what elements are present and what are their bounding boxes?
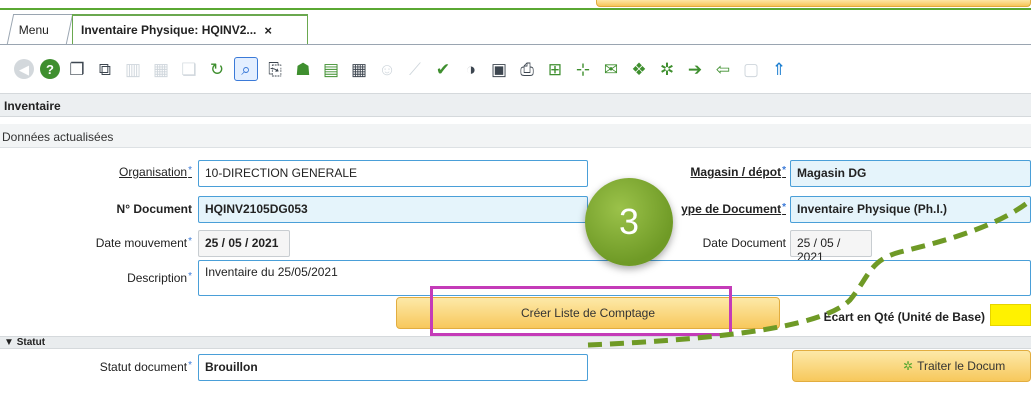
copy-details-icon[interactable]: ⧉ [94, 58, 116, 80]
magasin-label[interactable]: Magasin / dépot* [660, 165, 786, 179]
upload-icon[interactable]: ⇑ [768, 58, 790, 80]
archive-icon[interactable]: ➔ [684, 58, 706, 80]
tab-inventaire-label: Inventaire Physique: HQINV2... [81, 23, 257, 37]
section-inventaire[interactable]: Inventaire [0, 93, 1031, 117]
workflow-icon[interactable]: ✲ [656, 58, 678, 80]
chart-icon[interactable]: ◑ [460, 58, 482, 80]
print-icon[interactable]: ⎙ [516, 58, 538, 80]
email-icon[interactable]: ✉ [600, 58, 622, 80]
back-icon[interactable]: ◀ [14, 59, 34, 79]
grid-icon[interactable]: ▦ [348, 58, 370, 80]
section-statut[interactable]: ▼ Statut [0, 336, 1031, 349]
user-icon[interactable]: ☺ [376, 58, 398, 80]
description-label: Description* [127, 271, 192, 285]
tree-icon[interactable]: ⊹ [572, 58, 594, 80]
type-document-field[interactable]: Inventaire Physique (Ph.I.) [790, 196, 1031, 223]
top-action-button[interactable] [596, 0, 1031, 7]
creer-liste-comptage-button[interactable]: Créer Liste de Comptage [396, 297, 780, 329]
magasin-field[interactable]: Magasin DG [790, 160, 1031, 187]
tab-baseline [0, 44, 1031, 45]
report-icon[interactable]: ▣ [488, 58, 510, 80]
toolbar: ◀ ? ❐ ⧉ ▥ ▦ ❏ ↻ ⌕ ⎘ ☗ ▤ ▦ ☺ ⟋ ✔ ◑ ▣ ⎙ ⊞ … [0, 48, 1031, 90]
package-icon[interactable]: ❖ [628, 58, 650, 80]
delete-icon[interactable]: ▥ [122, 58, 144, 80]
num-document-field[interactable]: HQINV2105DG053 [198, 196, 588, 223]
refresh-icon[interactable]: ↻ [206, 58, 228, 80]
lock-icon[interactable]: ▢ [740, 58, 762, 80]
new-icon[interactable]: ❏ [178, 58, 200, 80]
top-accent-line [0, 8, 1031, 10]
collapse-icon: ▼ [4, 337, 17, 348]
status-message: Données actualisées [0, 124, 1031, 148]
date-mouvement-field[interactable]: 25 / 05 / 2021 [198, 230, 290, 257]
section-statut-label: Statut [16, 337, 46, 348]
statut-document-label: Statut document* [99, 360, 192, 374]
attachment-icon[interactable]: ⎘ [264, 58, 286, 80]
date-document-label: Date Document [702, 236, 786, 250]
close-icon[interactable]: × [264, 23, 272, 38]
assign-icon[interactable]: ☗ [292, 58, 314, 80]
checklist-icon[interactable]: ✔ [432, 58, 454, 80]
export-icon[interactable]: ⇦ [712, 58, 734, 80]
ecart-label: Ecart en Qté (Unité de Base) [823, 310, 985, 324]
description-field[interactable]: Inventaire du 25/05/2021 [198, 260, 1031, 296]
date-document-field[interactable]: 25 / 05 / 2021 [790, 230, 872, 264]
workflow-icon: ✲ [903, 359, 914, 373]
traiter-label: Traiter le Docum [917, 359, 1006, 373]
copy-icon[interactable]: ❐ [66, 58, 88, 80]
tab-menu-label: Menu [18, 22, 49, 37]
date-mouvement-label: Date mouvement* [95, 236, 192, 250]
step-badge: 3 [585, 178, 673, 266]
traiter-document-button[interactable]: ✲ Traiter le Docum [792, 350, 1031, 382]
type-document-label[interactable]: ype de Document* [670, 202, 786, 216]
tab-menu[interactable]: Menu [6, 14, 74, 44]
trend-icon[interactable]: ⟋ [404, 58, 426, 80]
statut-document-field[interactable]: Brouillon [198, 354, 588, 381]
help-icon[interactable]: ? [40, 59, 60, 79]
zoom-icon[interactable]: ⊞ [544, 58, 566, 80]
save-icon[interactable]: ▦ [150, 58, 172, 80]
ecart-indicator [990, 304, 1031, 326]
num-document-label: N° Document [116, 202, 192, 216]
tab-inventaire-physique[interactable]: Inventaire Physique: HQINV2... × [72, 14, 308, 44]
find-icon[interactable]: ⌕ [234, 57, 258, 81]
organisation-field[interactable]: 10-DIRECTION GENERALE [198, 160, 588, 187]
note-icon[interactable]: ▤ [320, 58, 342, 80]
organisation-label[interactable]: Organisation* [100, 165, 192, 179]
